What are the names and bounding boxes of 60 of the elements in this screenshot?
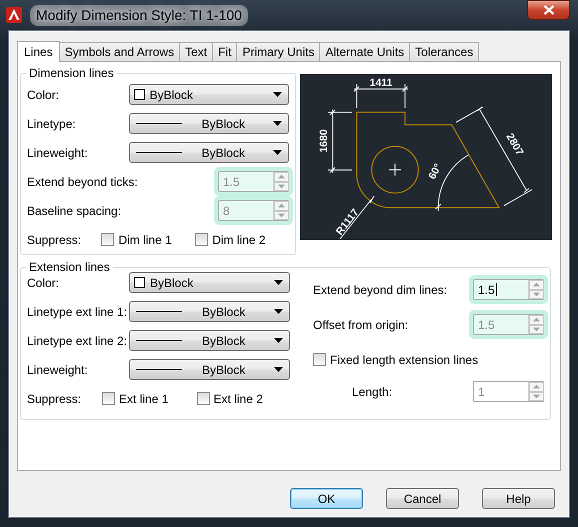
line-sample-icon — [136, 311, 182, 312]
dropdown[interactable]: ByBlock — [129, 359, 290, 380]
color-swatch-icon — [134, 89, 145, 100]
field-label: Suppress: — [27, 390, 82, 408]
checkbox[interactable]: Ext line 2 — [196, 390, 292, 408]
dialog-button[interactable]: Help — [482, 488, 555, 509]
close-button[interactable] — [527, 0, 570, 20]
tab[interactable]: Text — [179, 42, 214, 61]
app-icon — [6, 7, 22, 23]
field-label: Length: — [352, 384, 392, 400]
tab[interactable]: Lines — [17, 41, 60, 62]
field-label: Offset from origin: — [313, 316, 408, 334]
field-label: Linetype: — [27, 116, 77, 132]
dropdown[interactable]: ByBlock — [129, 330, 290, 351]
field-label: Linetype ext line 2: — [27, 332, 128, 350]
group-title: Extension lines — [28, 260, 111, 274]
line-sample-icon — [136, 123, 182, 124]
dropdown[interactable]: ByBlock — [128, 142, 289, 163]
dialog-button[interactable]: Cancel — [386, 488, 459, 509]
field-label: Color: — [27, 86, 60, 104]
caret-icon — [274, 309, 283, 314]
dropdown[interactable]: ByBlock — [128, 84, 289, 105]
dimension-text: 60° — [426, 162, 444, 182]
line-sample-icon — [136, 152, 182, 153]
color-swatch-icon — [134, 277, 145, 288]
field-label: Extend beyond dim lines: — [313, 282, 448, 298]
caret-icon — [274, 338, 283, 343]
tab[interactable]: Primary Units — [236, 42, 320, 61]
field-label: Color: — [27, 274, 60, 292]
checkbox[interactable]: Dim line 2 — [195, 230, 289, 248]
line-sample-icon — [136, 369, 182, 370]
dialog-button[interactable]: OK — [290, 488, 363, 509]
tab[interactable]: Tolerances — [409, 42, 480, 61]
tab[interactable]: Fit — [212, 42, 238, 61]
dimension-text: 1411 — [370, 77, 392, 89]
close-icon — [542, 5, 554, 15]
dimension-text: 1680 — [318, 129, 330, 153]
tab[interactable]: Alternate Units — [319, 42, 410, 61]
field-label: Lineweight: — [27, 144, 89, 162]
tab[interactable]: Symbols and Arrows — [58, 42, 180, 61]
center-mark-icon — [388, 163, 402, 176]
caret-icon — [273, 121, 282, 126]
dropdown[interactable]: ByBlock — [129, 272, 290, 293]
field-label: Suppress: — [27, 232, 82, 248]
field-label: Extend beyond ticks: — [27, 174, 138, 190]
caret-icon — [274, 367, 283, 372]
checkbox[interactable]: Ext line 1 — [102, 390, 197, 408]
spin-up-icon[interactable] — [529, 280, 544, 290]
field-label: Lineweight: — [27, 362, 89, 378]
line-sample-icon — [136, 340, 182, 341]
checkbox[interactable]: Fixed length extension lines — [313, 350, 478, 368]
field-label: Baseline spacing: — [27, 202, 122, 220]
caret-icon — [274, 280, 283, 285]
dropdown[interactable]: ByBlock — [128, 113, 289, 134]
dropdown[interactable]: ByBlock — [129, 301, 290, 322]
caret-icon — [273, 150, 282, 155]
caret-icon — [273, 92, 282, 97]
group-title: Dimension lines — [28, 66, 115, 80]
checkbox[interactable]: Dim line 1 — [101, 230, 196, 248]
field-label: Linetype ext line 1: — [27, 304, 128, 320]
